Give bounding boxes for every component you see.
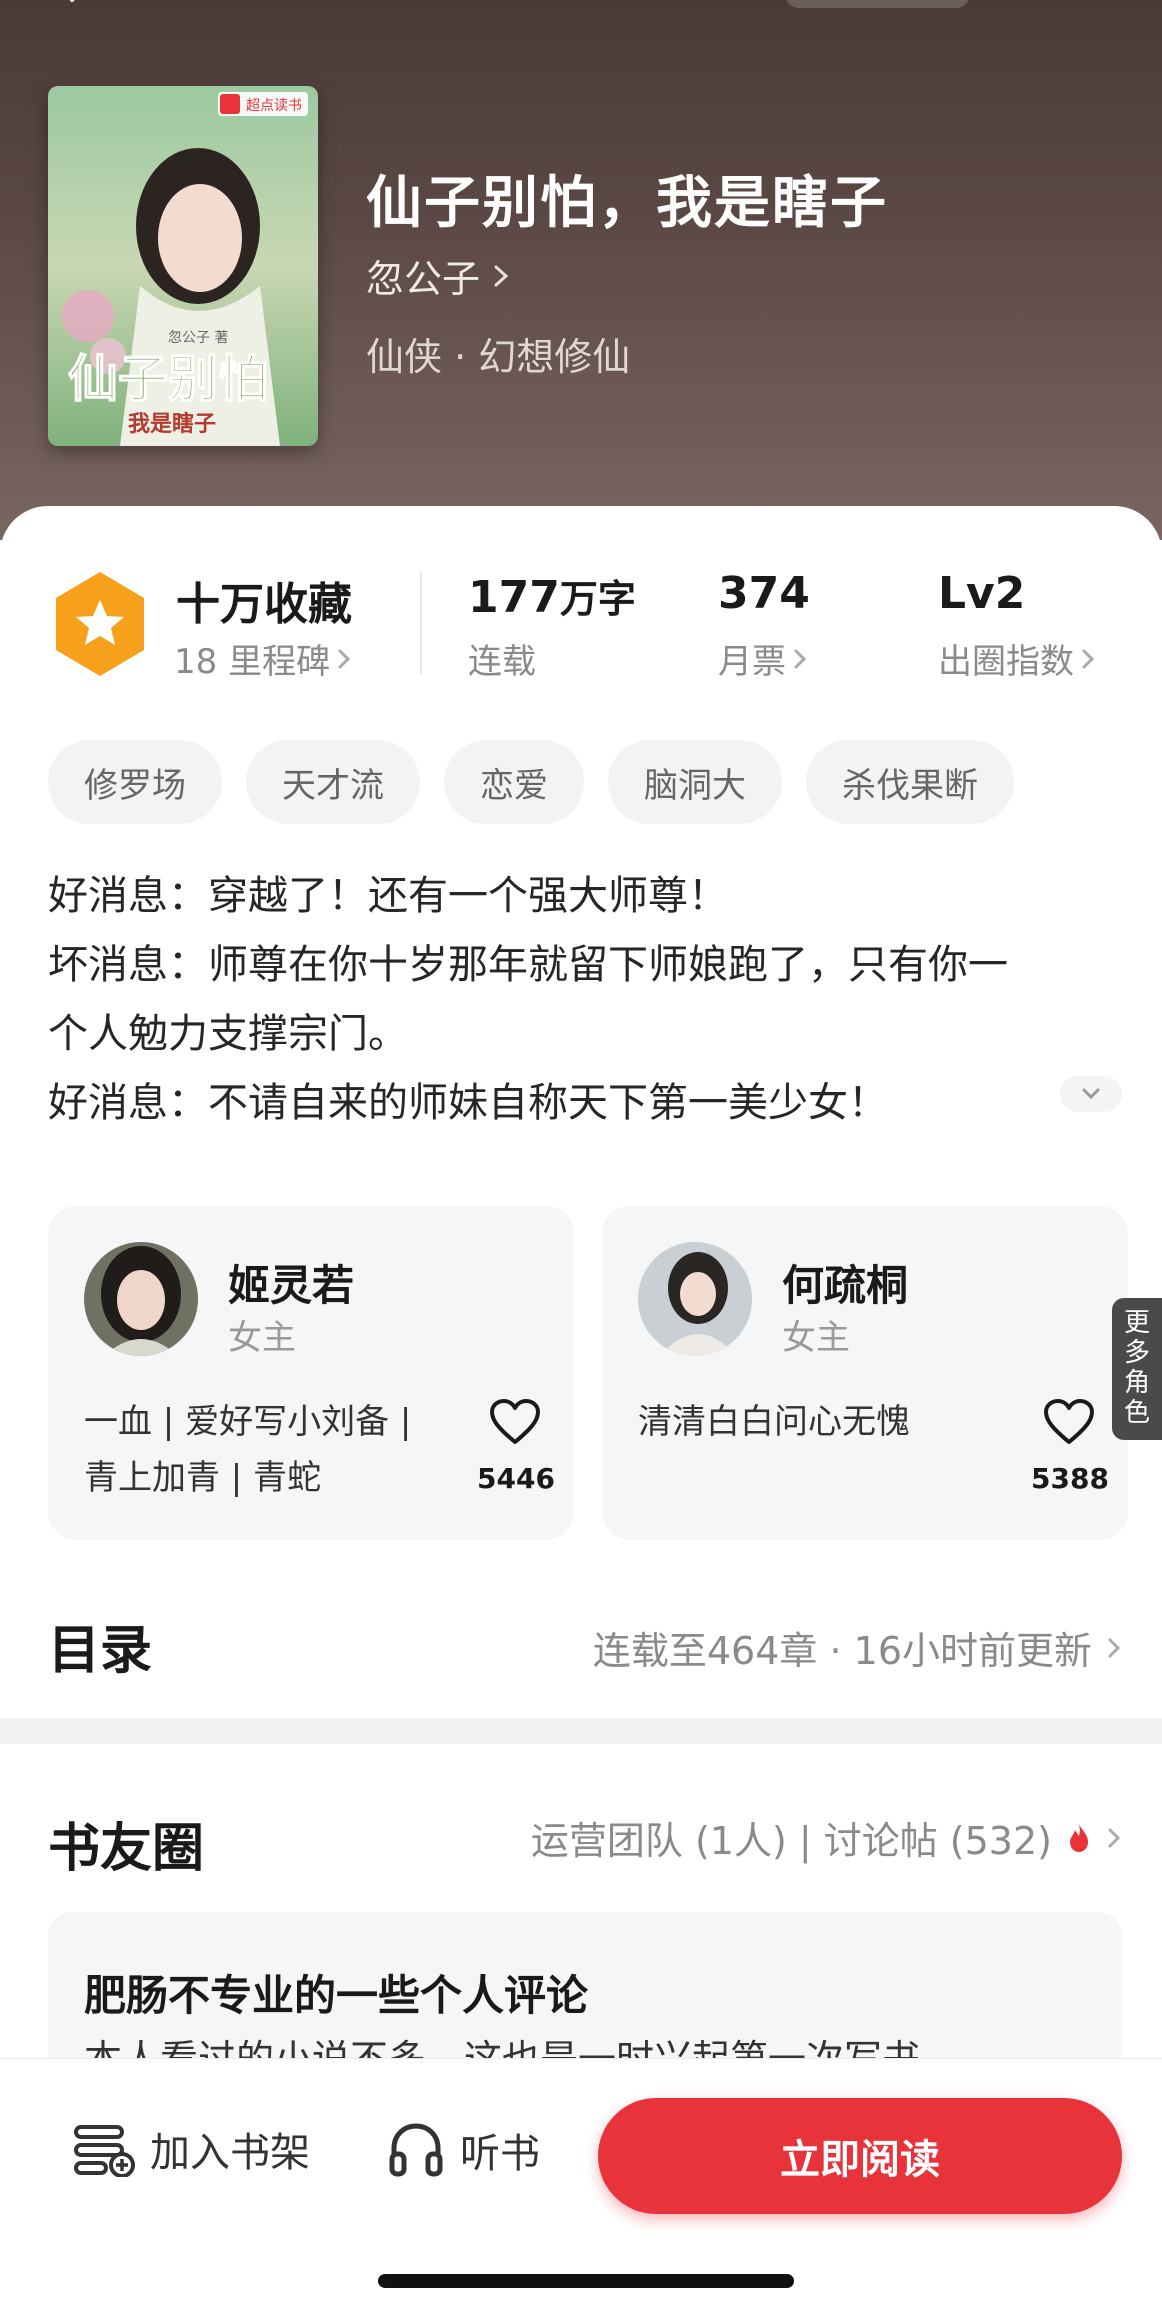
character-name: 何疏桐 <box>782 1261 909 1310</box>
section-divider <box>0 1718 1162 1744</box>
circle-link[interactable]: 运营团队 (1人) | 讨论帖 (532) <box>531 1810 1122 1865</box>
monthly-ticket-count: 374 <box>718 568 810 619</box>
character-role: 女主 <box>228 1318 296 1358</box>
fire-icon <box>1070 1823 1088 1852</box>
synopsis-line: 好消息：不请自来的师妹自称天下第一美少女！ <box>48 1080 888 1126</box>
add-shelf-icon <box>74 2125 135 2177</box>
circle-title: 书友圈 <box>48 1819 205 1879</box>
book-header: 超点读书 仙子别怕 我是瞎子 忽公子 著 仙子别怕，我是瞎子 忽公子 仙侠 · … <box>0 0 1162 540</box>
character-card[interactable]: 何疏桐 女主 清清白白问心无愧 5388 <box>602 1206 1128 1540</box>
collect-count: 十万收藏 <box>176 579 352 630</box>
chevron-down-icon <box>1082 1088 1100 1100</box>
serial-status: 连载 <box>468 642 536 682</box>
popularity-index-link[interactable]: 出圈指数 <box>938 634 1096 683</box>
popularity-index-label: 出圈指数 <box>938 642 1074 682</box>
monthly-ticket-label: 月票 <box>718 642 786 682</box>
circle-info: 运营团队 (1人) | 讨论帖 (532) <box>530 1819 1052 1863</box>
stats-divider <box>420 572 422 674</box>
like-count: 5446 <box>477 1462 555 1495</box>
character-card[interactable]: 姬灵若 女主 一血 | 爱好写小刘备 | 青上加青 | 青蛇 5446 <box>48 1206 574 1540</box>
add-to-shelf-label: 加入书架 <box>150 2130 310 2176</box>
chevron-right-icon <box>1082 649 1095 668</box>
heart-icon[interactable] <box>1042 1398 1096 1446</box>
tag-chip[interactable]: 天才流 <box>246 740 420 824</box>
milestone-label: 18 里程碑 <box>174 642 331 682</box>
read-now-button[interactable]: 立即阅读 <box>598 2098 1122 2214</box>
tag-chip[interactable]: 杀伐果断 <box>806 740 1014 824</box>
more-roles-button[interactable]: 更多角色 <box>1112 1298 1162 1440</box>
star-badge-icon <box>56 572 144 676</box>
svg-text:忽公子 著: 忽公子 著 <box>168 330 228 346</box>
character-avatar <box>638 1242 752 1356</box>
character-description-line: 清清白白问心无愧 <box>638 1402 910 1442</box>
top-action-pill[interactable] <box>785 0 970 8</box>
tag-list: 修罗场 天才流 恋爱 脑洞大 杀伐果断 <box>48 740 1014 824</box>
heart-icon[interactable] <box>488 1398 542 1446</box>
synopsis[interactable]: 好消息：穿越了！还有一个强大师尊！ 坏消息：师尊在你十岁那年就留下师娘跑了，只有… <box>48 862 1128 1138</box>
chevron-right-icon <box>1108 1638 1121 1657</box>
catalog-title: 目录 <box>48 1621 153 1681</box>
listen-label: 听书 <box>460 2131 540 2177</box>
add-to-shelf-button[interactable]: 加入书架 <box>72 2120 310 2178</box>
like-count: 5388 <box>1031 1462 1109 1495</box>
chevron-right-icon <box>338 649 351 668</box>
home-indicator[interactable] <box>378 2274 794 2288</box>
listen-button[interactable]: 听书 <box>386 2120 540 2180</box>
headphones-icon <box>389 2123 443 2177</box>
character-avatar <box>84 1242 198 1356</box>
character-role: 女主 <box>782 1318 850 1358</box>
svg-text:我是瞎子: 我是瞎子 <box>128 411 216 437</box>
author-link[interactable]: 忽公子 <box>366 248 512 303</box>
tag-chip[interactable]: 脑洞大 <box>608 740 782 824</box>
book-title: 仙子别怕，我是瞎子 <box>366 171 888 236</box>
tag-chip[interactable]: 修罗场 <box>48 740 222 824</box>
synopsis-line: 好消息：穿越了！还有一个强大师尊！ <box>48 873 728 919</box>
book-cover[interactable]: 超点读书 仙子别怕 我是瞎子 忽公子 著 <box>48 86 318 446</box>
catalog-info: 连载至464章 · 16小时前更新 <box>592 1629 1092 1673</box>
expand-synopsis-button[interactable] <box>1060 1076 1122 1112</box>
character-description: 清清白白问心无愧 <box>638 1394 978 1450</box>
milestone-link[interactable]: 18 里程碑 <box>174 634 352 683</box>
monthly-ticket-link[interactable]: 月票 <box>718 634 808 683</box>
svg-text:超点读书: 超点读书 <box>246 97 302 114</box>
author-name: 忽公子 <box>366 257 481 301</box>
review-title: 肥肠不专业的一些个人评论 <box>84 1971 589 2020</box>
chevron-right-icon <box>794 649 807 668</box>
tag-chip[interactable]: 恋爱 <box>444 740 584 824</box>
character-description: 一血 | 爱好写小刘备 | 青上加青 | 青蛇 <box>84 1394 424 1506</box>
word-count-value: 177 <box>468 572 560 623</box>
level-value: Lv2 <box>938 568 1026 619</box>
character-name: 姬灵若 <box>228 1261 355 1310</box>
chevron-right-icon <box>1108 1828 1121 1847</box>
book-genre: 仙侠 · 幻想修仙 <box>366 335 631 379</box>
synopsis-line: 个人勉力支撑宗门。 <box>48 1011 408 1057</box>
back-icon[interactable] <box>60 0 100 20</box>
catalog-link[interactable]: 连载至464章 · 16小时前更新 <box>593 1620 1122 1675</box>
word-count: 177万字 <box>468 568 636 623</box>
character-description-line: 一血 | 爱好写小刘备 | <box>84 1402 412 1442</box>
chevron-right-icon <box>494 265 509 286</box>
character-description-line: 青上加青 | 青蛇 <box>84 1458 322 1498</box>
synopsis-line: 坏消息：师尊在你十岁那年就留下师娘跑了，只有你一 <box>48 942 1008 988</box>
svg-text:仙子别怕: 仙子别怕 <box>68 349 268 408</box>
word-count-unit: 万字 <box>559 577 636 621</box>
